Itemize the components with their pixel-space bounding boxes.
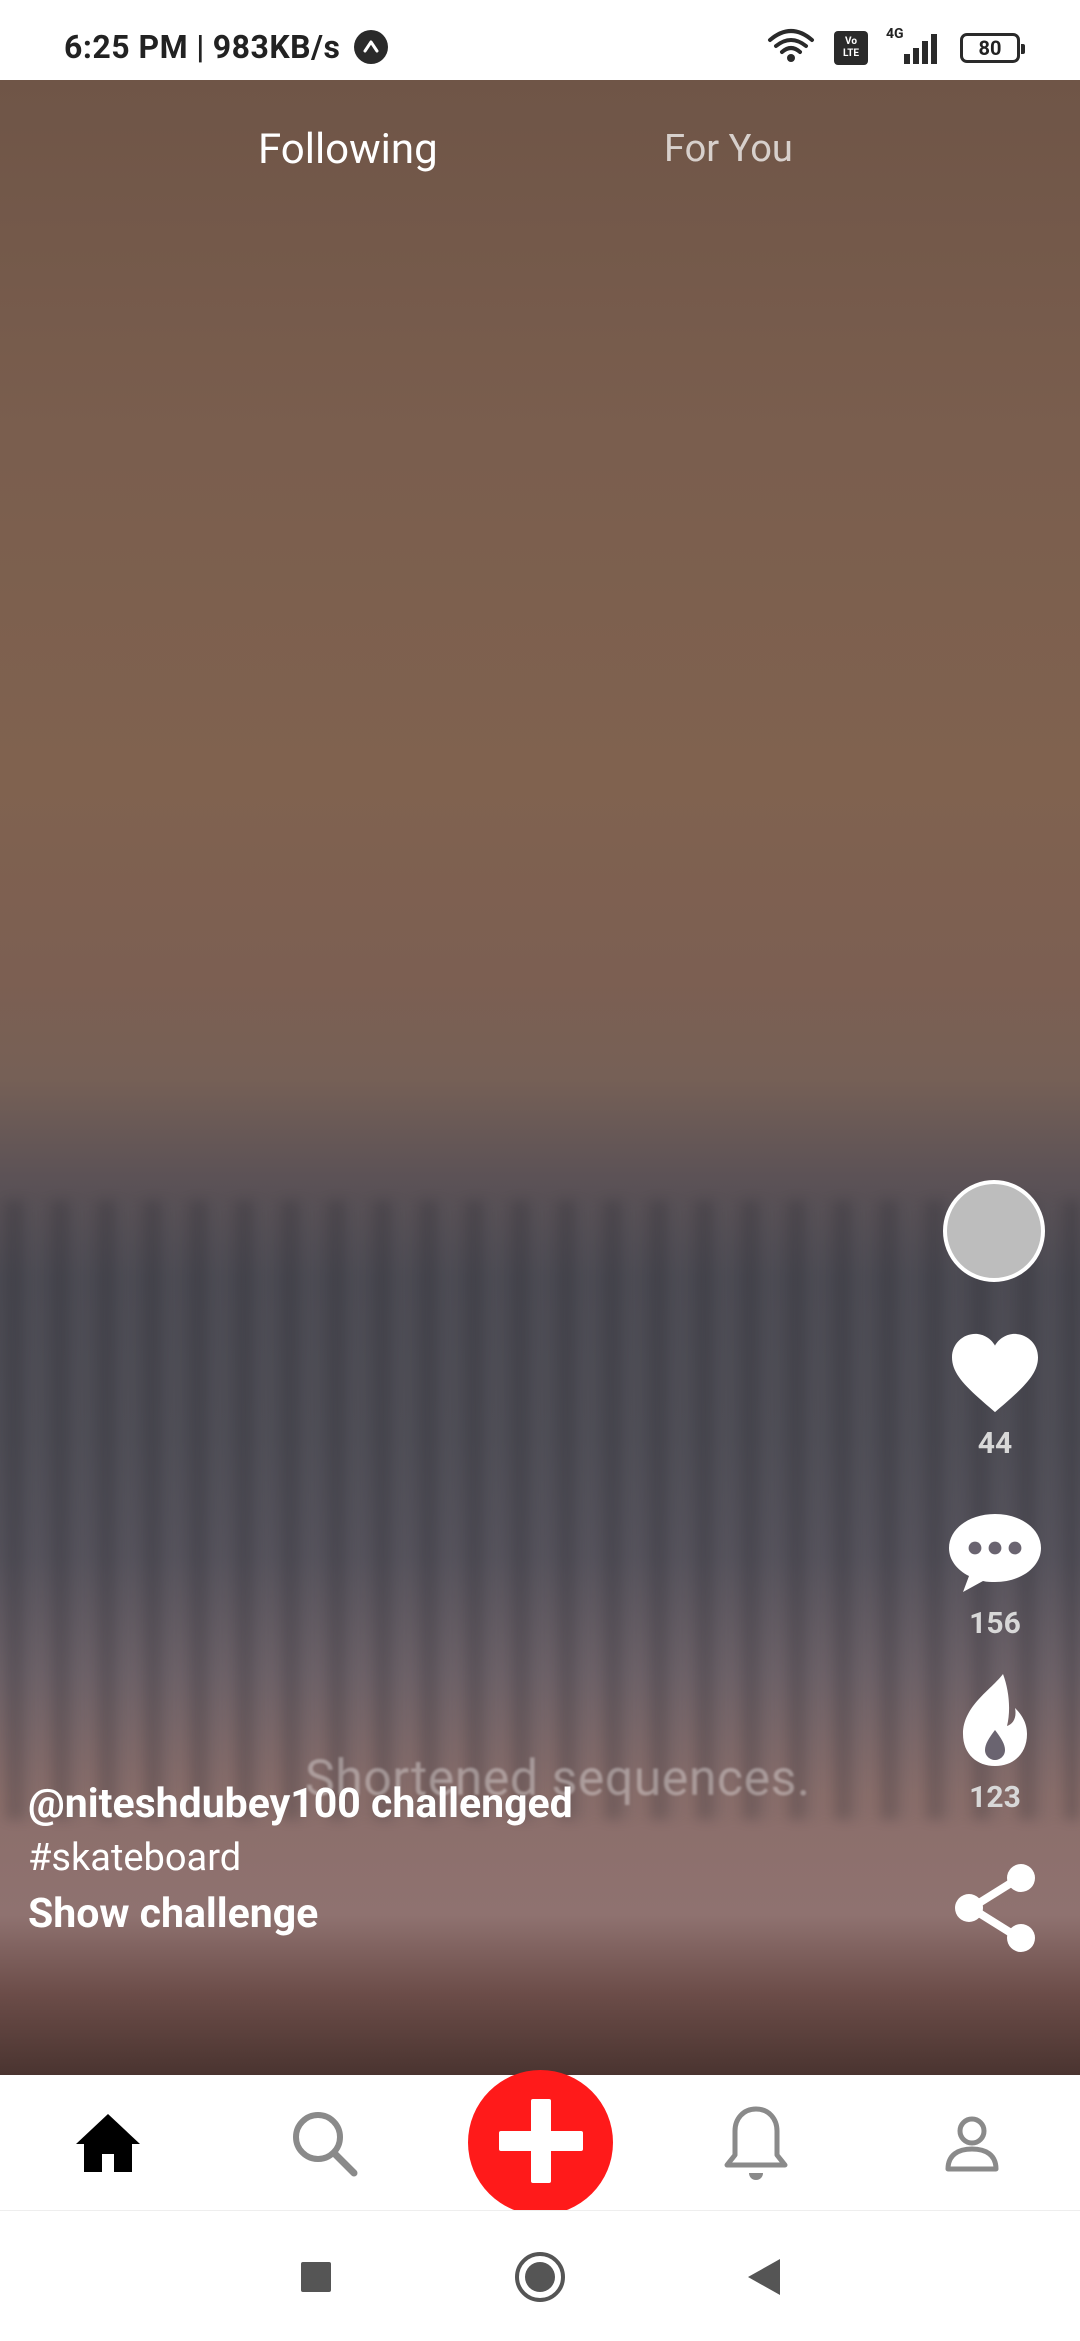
- tab-for-you[interactable]: For You: [664, 127, 793, 171]
- system-navigation: [0, 2210, 1080, 2341]
- home-icon: [72, 2110, 144, 2180]
- fire-count: 123: [969, 1780, 1021, 1815]
- nav-notifications[interactable]: [716, 2105, 796, 2185]
- avatar[interactable]: [943, 1180, 1045, 1282]
- nav-search[interactable]: [284, 2105, 364, 2185]
- bottom-navigation: [0, 2070, 1080, 2215]
- network-speed: 983KB/s: [212, 28, 341, 66]
- battery-icon: 80: [960, 33, 1025, 63]
- comment-count: 156: [969, 1606, 1021, 1641]
- wifi-icon: [766, 28, 816, 68]
- volte-top-text: Vo: [845, 36, 857, 47]
- signal-icon: 4G: [886, 26, 942, 66]
- system-home-button[interactable]: [510, 2249, 570, 2309]
- like-count: 44: [977, 1426, 1013, 1461]
- heart-icon: [947, 1333, 1043, 1420]
- recents-icon: [299, 2260, 333, 2298]
- recents-button[interactable]: [286, 2249, 346, 2309]
- video-texture: [0, 1200, 1080, 1820]
- volte-bottom-text: LTE: [842, 48, 860, 59]
- status-left: 6:25 PM | 983KB/s: [64, 28, 389, 66]
- home-circle-icon: [513, 2250, 567, 2308]
- fire-icon: [955, 1674, 1035, 1774]
- profile-icon: [942, 2113, 1002, 2177]
- back-button[interactable]: [734, 2249, 794, 2309]
- status-time: 6:25 PM: [64, 28, 189, 66]
- app-notification-icon: [354, 30, 389, 64]
- status-separator: |: [196, 28, 205, 66]
- fire-button[interactable]: 123: [940, 1670, 1050, 1815]
- status-bar: 6:25 PM | 983KB/s Vo LTE 4G 80: [0, 0, 1080, 80]
- video-player[interactable]: Shortened sequences. Following For You 4…: [0, 80, 1080, 2075]
- add-icon: [495, 2095, 587, 2191]
- comment-button[interactable]: 156: [940, 1510, 1050, 1641]
- status-right: Vo LTE 4G 80: [766, 26, 1025, 68]
- hashtag-link[interactable]: #skateboard: [28, 1834, 573, 1882]
- challenger-username[interactable]: @niteshdubey100 challenged: [28, 1780, 573, 1828]
- tab-following[interactable]: Following: [258, 125, 438, 174]
- comment-icon: [945, 1514, 1045, 1600]
- nav-profile[interactable]: [932, 2105, 1012, 2185]
- video-caption: @niteshdubey100 challenged #skateboard S…: [28, 1780, 573, 1938]
- nav-home[interactable]: [68, 2105, 148, 2185]
- share-button[interactable]: [940, 1860, 1050, 1960]
- search-icon: [288, 2107, 360, 2183]
- add-button[interactable]: [468, 2070, 613, 2215]
- volte-icon: Vo LTE: [834, 31, 868, 65]
- back-icon: [746, 2257, 782, 2301]
- feed-tabs: Following For You: [0, 125, 1080, 185]
- like-button[interactable]: 44: [940, 1330, 1050, 1461]
- battery-level: 80: [978, 36, 1002, 60]
- bell-icon: [723, 2103, 789, 2187]
- show-challenge-link[interactable]: Show challenge: [28, 1890, 573, 1938]
- share-icon: [949, 1864, 1041, 1960]
